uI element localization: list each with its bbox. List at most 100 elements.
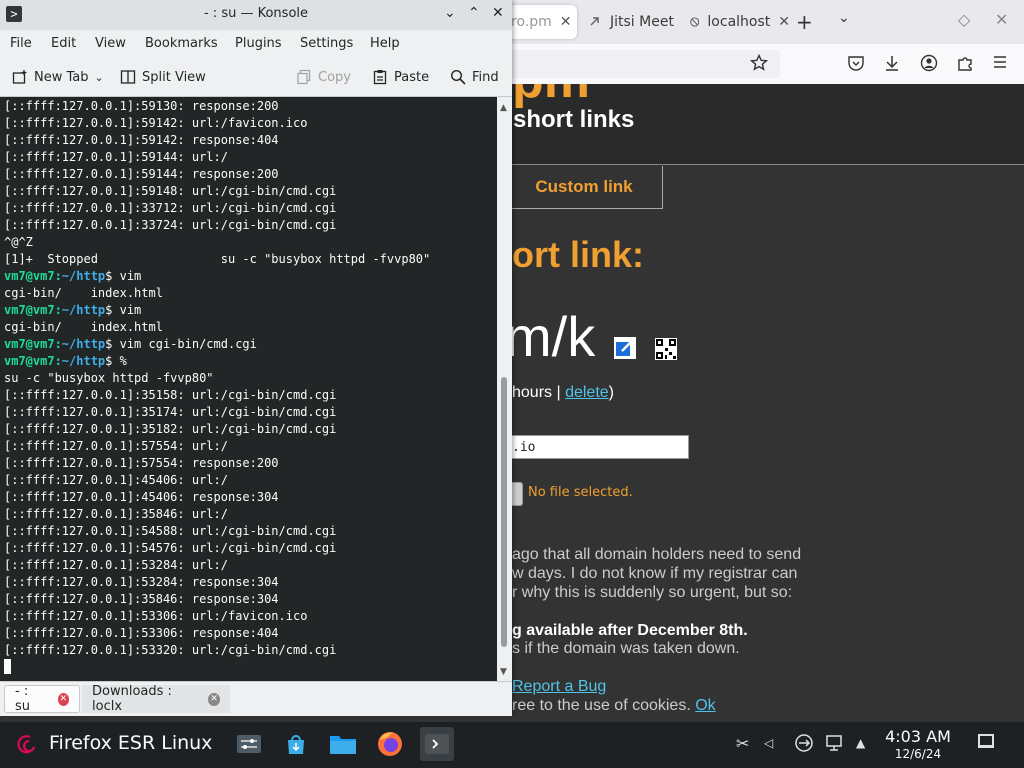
notice-text: ago that all domain holders need to send…	[512, 545, 801, 602]
title-bar[interactable]: > - : su — Konsole ⌄ ⌃ ✕	[0, 0, 512, 30]
taskbar-discover[interactable]	[279, 727, 313, 761]
prompt-path: ~/http	[61, 337, 106, 351]
new-tab-button[interactable]: New Tab ⌄	[12, 69, 104, 85]
terminal-line: [::ffff:127.0.0.1]:54588: url:/cgi-bin/c…	[4, 524, 337, 538]
volume-icon[interactable]: ◁	[764, 736, 773, 750]
debian-swirl-icon[interactable]	[16, 733, 40, 757]
notice-bold: g available after December 8th.	[512, 622, 748, 639]
cursor-line	[4, 659, 430, 676]
terminal-line: [::ffff:127.0.0.1]:45406: response:304	[4, 490, 279, 504]
copy-label: Copy	[318, 69, 351, 85]
prompt-path: ~/http	[61, 269, 106, 283]
prompt-command: $ vim	[105, 269, 142, 283]
menu-bookmarks[interactable]: Bookmarks	[145, 36, 218, 51]
maximize-icon[interactable]: ⌃	[468, 5, 480, 21]
konsole-window: > - : su — Konsole ⌄ ⌃ ✕ File Edit View …	[0, 0, 512, 716]
scissors-icon[interactable]: ✂	[736, 734, 749, 753]
paste-button[interactable]: Paste	[372, 69, 429, 85]
close-icon[interactable]: ✕	[57, 692, 69, 706]
cookie-text: ree to the use of cookies.	[512, 697, 696, 714]
terminal-line: cgi-bin/ index.html	[4, 320, 163, 334]
qr-code-icon[interactable]	[655, 338, 677, 360]
show-desktop-icon[interactable]	[978, 734, 994, 748]
external-link-icon[interactable]	[614, 337, 636, 359]
copy-button[interactable]: Copy	[296, 69, 351, 85]
list-all-tabs-button[interactable]: ⌄	[838, 10, 850, 26]
display-icon[interactable]	[824, 733, 844, 753]
pocket-icon[interactable]	[847, 54, 865, 72]
firefox-tab-ropm[interactable]: ro.pm ✕	[505, 5, 577, 39]
scrollbar[interactable]: ▲ ▼	[497, 97, 512, 681]
close-icon[interactable]: ✕	[995, 10, 1008, 29]
terminal-line: [::ffff:127.0.0.1]:33724: url:/cgi-bin/c…	[4, 218, 337, 232]
firefox-tab-localhost[interactable]: localhost ✕	[690, 5, 790, 39]
terminal-lines: [::ffff:127.0.0.1]:59130: response:200 [:…	[4, 98, 430, 676]
split-view-icon	[120, 70, 136, 84]
firefox-tab-jitsi[interactable]: Jitsi Meet	[588, 5, 678, 39]
terminal-line: [::ffff:127.0.0.1]:33712: url:/cgi-bin/c…	[4, 201, 337, 215]
notice-line: r why this is suddenly so urgent, but so…	[512, 584, 793, 601]
new-tab-button[interactable]: +	[796, 10, 813, 34]
firefox-icon	[378, 732, 402, 756]
split-view-label: Split View	[142, 69, 206, 85]
taskbar-file-manager[interactable]	[326, 727, 360, 761]
tray-expand-icon[interactable]: ▲	[856, 736, 865, 750]
terminal-line: [::ffff:127.0.0.1]:57554: url:/	[4, 439, 228, 453]
jitsi-icon	[590, 17, 599, 26]
site-subtitle: short links	[513, 106, 635, 133]
terminal-line: vm7@vm7:~/http$ vim	[4, 302, 430, 319]
report-bug-link[interactable]: Report a Bug	[512, 678, 606, 696]
scroll-up-icon[interactable]: ▲	[500, 103, 507, 113]
terminal-line: [::ffff:127.0.0.1]:53306: response:404	[4, 626, 279, 640]
download-icon[interactable]	[883, 54, 901, 72]
menu-settings[interactable]: Settings	[300, 36, 353, 51]
tab-label: Downloads : loclx	[92, 684, 172, 714]
taskbar-konsole[interactable]	[420, 727, 454, 761]
delete-link[interactable]: delete	[565, 384, 609, 401]
menu-file[interactable]: File	[10, 36, 32, 51]
active-window-title: Firefox ESR Linux	[49, 732, 213, 754]
scrollbar-thumb[interactable]	[501, 377, 507, 647]
minimize-icon[interactable]: ◇	[958, 10, 970, 29]
menu-help[interactable]: Help	[370, 36, 400, 51]
close-icon[interactable]: ✕	[208, 692, 220, 706]
account-icon[interactable]	[920, 54, 938, 72]
url-textarea[interactable]: .io	[505, 435, 689, 459]
terminal-line: [::ffff:127.0.0.1]:53284: url:/	[4, 558, 228, 572]
cookie-ok-link[interactable]: Ok	[695, 697, 715, 714]
hamburger-menu-icon[interactable]	[992, 54, 1008, 70]
menu-plugins[interactable]: Plugins	[235, 36, 282, 51]
clock-time[interactable]: 4:03 AM	[868, 727, 968, 746]
tab-label: Jitsi Meet	[610, 14, 674, 30]
split-view-button[interactable]: Split View	[120, 69, 206, 85]
terminal-line: vm7@vm7:~/http$ %	[4, 353, 430, 370]
terminal-output[interactable]: [::ffff:127.0.0.1]:59130: response:200 [:…	[0, 97, 497, 681]
tab-su[interactable]: - : su ✕	[4, 684, 80, 714]
menu-edit[interactable]: Edit	[51, 36, 76, 51]
taskbar-system-settings[interactable]	[232, 727, 266, 761]
find-label: Find	[472, 69, 499, 85]
bookmark-star-icon[interactable]	[750, 54, 768, 72]
close-icon[interactable]: ✕	[492, 5, 504, 21]
close-icon[interactable]: ✕	[778, 14, 790, 30]
clock-date[interactable]: 12/6/24	[868, 747, 968, 761]
expiry-text: hours |	[512, 384, 566, 401]
tab-label: - : su	[15, 684, 31, 714]
extensions-icon[interactable]	[956, 54, 974, 72]
close-icon[interactable]: ✕	[560, 14, 572, 30]
taskbar-firefox[interactable]	[373, 727, 407, 761]
search-icon	[450, 69, 466, 85]
short-url[interactable]: m/k	[505, 304, 595, 369]
copy-icon	[297, 69, 311, 85]
terminal-line: [::ffff:127.0.0.1]:35846: url:/	[4, 507, 228, 521]
network-icon[interactable]	[794, 733, 814, 753]
paste-label: Paste	[394, 69, 430, 85]
tab-downloads[interactable]: Downloads : loclx ✕	[82, 684, 230, 714]
menu-view[interactable]: View	[95, 36, 126, 51]
custom-link-tab[interactable]: Custom link	[505, 166, 663, 209]
chevron-down-icon[interactable]: ⌄	[95, 71, 104, 84]
find-button[interactable]: Find	[450, 69, 499, 85]
minimize-icon[interactable]: ⌄	[444, 5, 456, 21]
scroll-down-icon[interactable]: ▼	[500, 667, 507, 677]
discover-bag-icon	[288, 735, 304, 754]
